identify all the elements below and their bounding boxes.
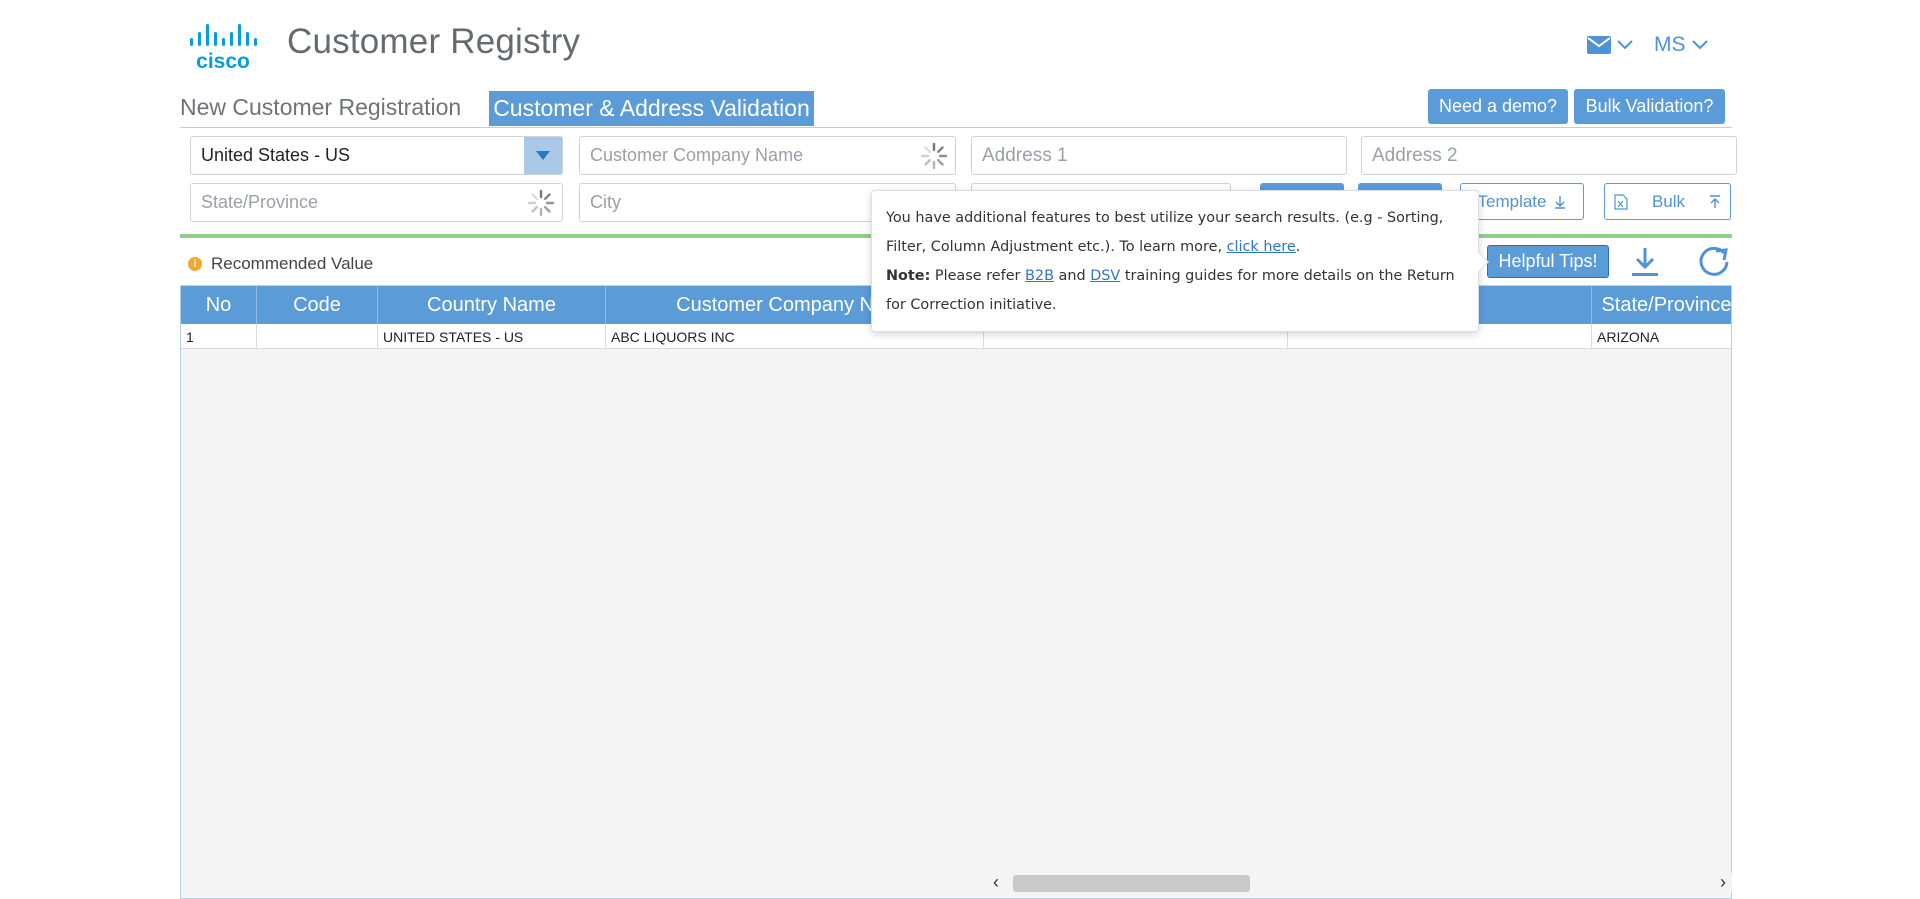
cell-state-province: ARIZONA xyxy=(1592,324,1731,349)
scroll-right-icon[interactable]: › xyxy=(1714,872,1732,892)
user-initials: MS xyxy=(1654,33,1686,56)
need-demo-button[interactable]: Need a demo? xyxy=(1428,89,1568,124)
note-and: and xyxy=(1053,268,1091,284)
loading-spinner-icon xyxy=(527,189,555,216)
tab-divider xyxy=(180,127,1732,128)
company-name-placeholder: Customer Company Name xyxy=(590,145,804,165)
tab-new-customer-registration[interactable]: New Customer Registration xyxy=(180,94,461,121)
download-arrow-icon xyxy=(1555,195,1566,209)
tab-customer-address-validation[interactable]: Customer & Address Validation xyxy=(489,91,814,126)
cisco-wordmark: cisco xyxy=(196,50,250,70)
cell-country-name: UNITED STATES - US xyxy=(378,324,606,349)
country-select[interactable]: United States - US xyxy=(190,136,563,175)
tips-paragraph: You have additional features to best uti… xyxy=(886,204,1464,262)
column-header-code[interactable]: Code xyxy=(257,286,378,324)
popover-pointer xyxy=(1469,252,1489,272)
caret-down-icon xyxy=(536,151,550,160)
recommended-label: Recommended Value xyxy=(211,254,374,273)
horizontal-scrollbar[interactable]: ‹ › xyxy=(987,872,1732,892)
scroll-left-icon[interactable]: ‹ xyxy=(987,872,1005,892)
cell-code xyxy=(257,324,378,349)
learn-more-link[interactable]: click here xyxy=(1227,239,1296,255)
state-province-input[interactable]: State/Province xyxy=(190,183,563,222)
tips-text: You have additional features to best uti… xyxy=(886,210,1444,255)
address1-placeholder: Address 1 xyxy=(982,144,1068,166)
loading-spinner-icon xyxy=(920,142,948,169)
bulk-label: Bulk xyxy=(1651,191,1686,211)
country-dropdown-toggle[interactable] xyxy=(524,137,562,174)
bulk-upload-button[interactable]: Bulk xyxy=(1604,183,1731,220)
address2-placeholder: Address 2 xyxy=(1372,144,1458,166)
scrollbar-thumb[interactable] xyxy=(1013,875,1250,892)
bulk-validation-button[interactable]: Bulk Validation? xyxy=(1574,89,1725,124)
chevron-down-icon xyxy=(1617,40,1633,50)
template-label: Template xyxy=(1477,191,1547,211)
note-text-1: Please refer xyxy=(930,268,1026,284)
city-placeholder: City xyxy=(590,192,621,212)
helpful-tips-button[interactable]: Helpful Tips! xyxy=(1487,245,1609,278)
refresh-icon[interactable] xyxy=(1697,245,1731,279)
chevron-down-icon xyxy=(1691,40,1708,50)
helpful-tips-popover: You have additional features to best uti… xyxy=(871,190,1489,332)
b2b-guide-link[interactable]: B2B xyxy=(1025,268,1054,284)
tips-note: Note: Please refer B2B and DSV training … xyxy=(886,262,1464,320)
info-icon: i xyxy=(188,257,202,271)
app-title: Customer Registry xyxy=(287,22,581,61)
company-name-input[interactable]: Customer Company Name xyxy=(579,136,956,175)
column-header-no[interactable]: No xyxy=(181,286,257,324)
tips-period: . xyxy=(1295,239,1301,255)
column-header-state-province[interactable]: State/Province xyxy=(1592,286,1731,324)
state-province-placeholder: State/Province xyxy=(201,192,319,212)
country-select-value: United States - US xyxy=(201,145,351,165)
excel-file-icon xyxy=(1614,193,1628,210)
cell-no: 1 xyxy=(181,324,257,349)
cisco-logo: cisco xyxy=(190,24,257,70)
envelope-icon xyxy=(1587,36,1611,54)
recommended-legend: i Recommended Value xyxy=(188,254,373,274)
note-label: Note: xyxy=(886,268,931,284)
download-icon[interactable] xyxy=(1630,246,1660,278)
upload-arrow-icon xyxy=(1710,194,1721,208)
results-grid: No Code Country Name Customer Company Na… xyxy=(180,285,1732,899)
column-header-country-name[interactable]: Country Name xyxy=(378,286,606,324)
address2-input[interactable]: Address 2 xyxy=(1361,136,1737,175)
user-menu[interactable]: MS xyxy=(1654,32,1708,58)
dsv-guide-link[interactable]: DSV xyxy=(1090,268,1120,284)
address1-input[interactable]: Address 1 xyxy=(971,136,1347,175)
messages-menu[interactable] xyxy=(1587,32,1647,58)
